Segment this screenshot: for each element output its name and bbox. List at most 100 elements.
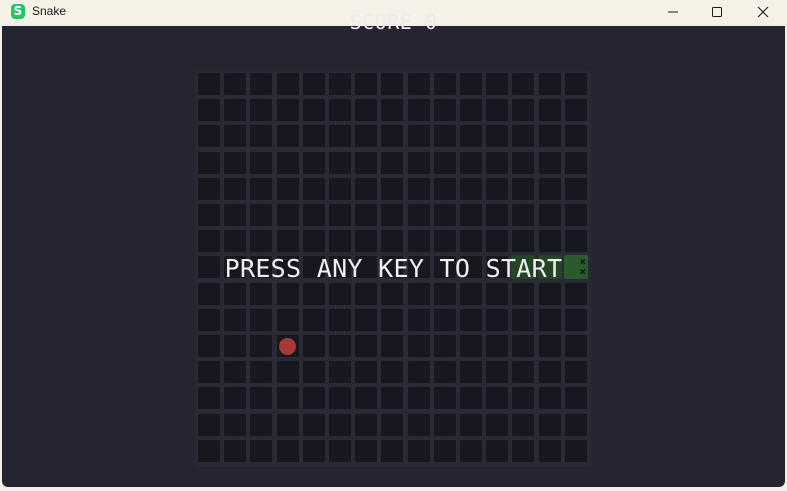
grid-cell — [433, 204, 456, 226]
grid-cell — [433, 177, 456, 200]
grid-cell — [381, 308, 404, 331]
grid-cell — [224, 282, 247, 305]
grid-cell — [302, 177, 325, 200]
grid-cell — [355, 413, 378, 436]
grid-cell — [486, 308, 509, 331]
grid-cell — [329, 361, 351, 384]
grid-cell — [512, 125, 535, 148]
grid-cell — [433, 308, 456, 331]
grid-cell — [460, 230, 482, 253]
grid-cell — [250, 387, 273, 410]
grid-cell — [564, 177, 587, 200]
grid-cell — [276, 151, 299, 174]
grid-cell — [486, 413, 509, 436]
grid-cell — [276, 177, 299, 200]
grid-cell — [329, 413, 351, 436]
grid-cell — [198, 177, 220, 200]
grid-cell — [564, 387, 587, 410]
grid-cell — [538, 413, 561, 436]
grid-cell — [276, 413, 299, 436]
grid-cell — [302, 387, 325, 410]
grid-cell — [276, 439, 299, 462]
grid-cell — [564, 335, 587, 357]
grid-cell — [407, 177, 430, 200]
grid-cell — [355, 335, 378, 357]
grid-cell — [407, 99, 430, 122]
grid-cell — [538, 439, 561, 462]
grid-cell — [276, 125, 299, 148]
grid-cell — [407, 335, 430, 357]
grid-cell — [250, 282, 273, 305]
grid-cell — [198, 335, 220, 357]
grid-cell — [329, 230, 351, 253]
grid-cell — [381, 282, 404, 305]
grid-cell — [564, 282, 587, 305]
grid-cell — [329, 256, 351, 279]
grid-cell — [302, 99, 325, 122]
grid-cell — [381, 361, 404, 384]
grid-cell — [302, 282, 325, 305]
grid-cell — [564, 230, 587, 253]
grid-cell — [512, 73, 535, 95]
grid-cell — [381, 99, 404, 122]
grid-cell — [381, 439, 404, 462]
grid-cell — [486, 256, 509, 279]
grid-cell — [460, 73, 482, 95]
snake-eyes-icon: × × — [579, 255, 587, 279]
grid-cell — [276, 282, 299, 305]
grid-cell — [302, 413, 325, 436]
grid-cell — [512, 177, 535, 200]
grid-cell — [407, 256, 430, 279]
grid-cell — [460, 151, 482, 174]
grid-cell — [355, 125, 378, 148]
grid-cell — [250, 125, 273, 148]
grid-cell — [486, 361, 509, 384]
grid-cell — [486, 99, 509, 122]
grid-cell — [433, 73, 456, 95]
grid-cell — [198, 282, 220, 305]
grid-cell — [512, 230, 535, 253]
grid-cell — [407, 73, 430, 95]
grid-cell — [224, 308, 247, 331]
grid-cell — [276, 387, 299, 410]
game-board[interactable]: × × — [196, 71, 591, 467]
score-label: SCORE 0 — [349, 10, 438, 34]
grid-cell — [198, 413, 220, 436]
grid-cell — [433, 361, 456, 384]
grid-cell — [355, 151, 378, 174]
grid-cell — [329, 439, 351, 462]
grid-cell — [224, 413, 247, 436]
grid-cell — [538, 361, 561, 384]
grid-cell — [460, 177, 482, 200]
grid-cell — [302, 256, 325, 279]
grid-cell — [355, 204, 378, 226]
grid-cell — [564, 204, 587, 226]
grid-cell — [250, 204, 273, 226]
grid-cell — [224, 256, 247, 279]
grid-cell — [329, 177, 351, 200]
grid-cell — [460, 256, 482, 279]
grid-cell — [224, 125, 247, 148]
grid-cell — [564, 99, 587, 122]
grid-cell — [329, 151, 351, 174]
grid-cell — [407, 387, 430, 410]
grid-cell — [198, 151, 220, 174]
grid-cell — [224, 361, 247, 384]
grid-cell — [381, 177, 404, 200]
grid-cell — [460, 204, 482, 226]
grid-cell — [302, 361, 325, 384]
grid-cell — [486, 73, 509, 95]
grid-cell — [276, 361, 299, 384]
grid-cell — [198, 439, 220, 462]
grid-cell — [250, 413, 273, 436]
grid-cell — [381, 73, 404, 95]
grid-cell — [433, 151, 456, 174]
app-window: S Snake SCORE 0 × × PRESS ANY KEY TO STA… — [0, 0, 787, 491]
grid-cell — [381, 125, 404, 148]
grid-cell — [198, 125, 220, 148]
grid-cell — [302, 308, 325, 331]
grid-cell — [564, 73, 587, 95]
grid-cell — [329, 125, 351, 148]
grid-cell — [224, 335, 247, 357]
grid-cell — [302, 73, 325, 95]
